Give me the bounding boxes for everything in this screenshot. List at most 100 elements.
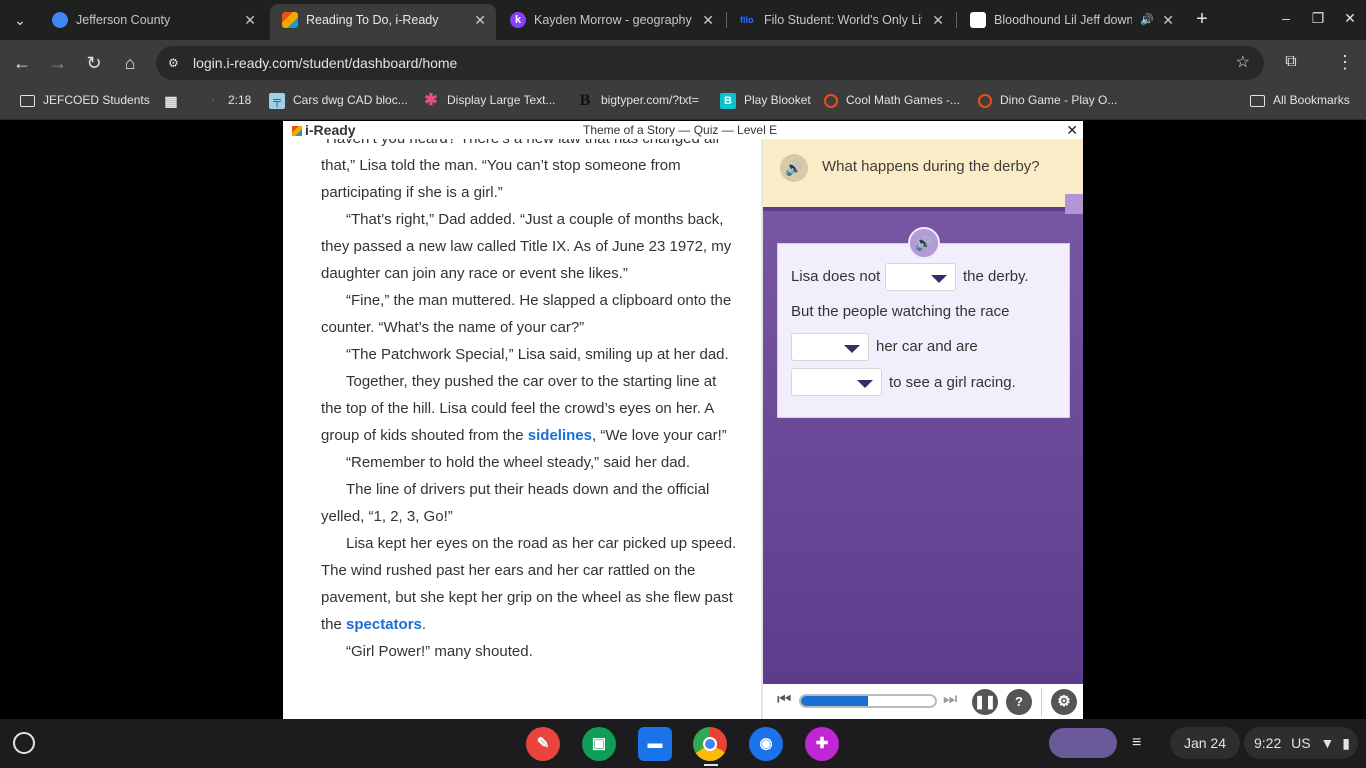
- passage-paragraph: The line of drivers put their heads down…: [321, 481, 710, 525]
- question-text: What happens during the derby?: [822, 158, 1040, 175]
- bookmark-timer[interactable]: ◔ 2:18: [204, 86, 252, 114]
- dropdown-1[interactable]: [885, 263, 956, 291]
- tab-title: Jefferson County: [76, 13, 171, 27]
- skip-back-icon[interactable]: ⏮: [777, 691, 791, 709]
- page-favicon-icon: [970, 12, 986, 28]
- tab-separator: [726, 12, 727, 28]
- target-icon: [978, 93, 992, 108]
- holding-space-icon[interactable]: [1049, 728, 1117, 758]
- bookmark-cool-math-games[interactable]: Cool Math Games -...: [824, 86, 960, 114]
- date-text: Jan 24: [1183, 735, 1227, 751]
- tab-title: Reading To Do, i-Ready: [306, 13, 439, 27]
- chevron-down-icon: [931, 275, 947, 283]
- reading-passage: “Haven’t you heard? There’s a new law th…: [321, 125, 741, 665]
- passage-paragraph: Together, they pushed the car over to th…: [321, 368, 741, 449]
- progress-bar[interactable]: [799, 694, 937, 708]
- iready-favicon-icon: [282, 12, 298, 28]
- question-audio-speaker-icon[interactable]: 🔊: [780, 154, 808, 182]
- vocab-word-link[interactable]: sidelines: [528, 427, 592, 444]
- address-bar[interactable]: ⚙ login.i-ready.com/student/dashboard/ho…: [156, 46, 1264, 80]
- iready-cube-icon: [292, 126, 302, 136]
- chevron-down-icon: [844, 345, 860, 353]
- site-info-icon[interactable]: ⚙: [168, 55, 184, 71]
- filo-favicon-icon: filo: [740, 15, 754, 25]
- close-tab-icon[interactable]: ✕: [474, 4, 486, 36]
- chrome-app-icon[interactable]: [693, 727, 727, 761]
- bookmark-cars-cad[interactable]: ╤ Cars dwg CAD bloc...: [269, 86, 408, 114]
- bookmark-all-bookmarks[interactable]: All Bookmarks: [1250, 86, 1350, 114]
- status-area[interactable]: 9:22 US ▼ ▮: [1244, 727, 1358, 759]
- canvas-app-icon[interactable]: ✎: [526, 727, 560, 761]
- answer-audio-speaker-icon[interactable]: 🔊: [908, 227, 940, 259]
- folder-icon: [1250, 94, 1265, 107]
- close-quiz-icon[interactable]: ✕: [1066, 121, 1078, 139]
- skip-forward-icon[interactable]: ⏭: [943, 691, 957, 709]
- new-tab-button[interactable]: +: [1190, 8, 1214, 32]
- b-icon: B: [579, 91, 591, 109]
- restore-icon[interactable]: ❐: [1306, 6, 1330, 30]
- tab-search-chevron-icon[interactable]: ⌄: [8, 8, 32, 32]
- extensions-icon[interactable]: ⧉: [1280, 51, 1302, 73]
- camera-app-icon[interactable]: ◉: [749, 727, 783, 761]
- help-icon[interactable]: ?: [1006, 689, 1032, 715]
- k-favicon-icon: k: [510, 12, 526, 28]
- passage-paragraph: “That’s right,” Dad added. “Just a coupl…: [321, 211, 732, 282]
- bookmark-bigtyper[interactable]: Bbigtyper.com/?txt=: [577, 86, 699, 114]
- tab-iready[interactable]: Reading To Do, i-Ready ✕: [270, 4, 496, 40]
- close-tab-icon[interactable]: ✕: [244, 4, 256, 36]
- back-icon[interactable]: ←: [10, 51, 34, 75]
- vocab-word-link[interactable]: spectators: [346, 616, 422, 633]
- answer-text: the derby.: [963, 268, 1029, 285]
- bookmark-label: Cars dwg CAD bloc...: [293, 93, 408, 107]
- tab-filo[interactable]: filo Filo Student: World's Only Liv ✕: [728, 4, 954, 36]
- passage-text: .: [421, 616, 427, 633]
- close-tab-icon[interactable]: ✕: [1162, 4, 1174, 36]
- tab-strip: ⌄ Jefferson County ✕ Reading To Do, i-Re…: [0, 0, 1366, 40]
- iready-logo: i-Ready: [292, 121, 356, 139]
- launcher-icon[interactable]: [13, 732, 35, 754]
- close-tab-icon[interactable]: ✕: [702, 4, 714, 36]
- passage-paragraph: “Remember to hold the wheel steady,” sai…: [346, 454, 691, 471]
- answer-text: Lisa does not: [791, 268, 881, 285]
- tab-separator: [956, 12, 957, 28]
- locale-text: US: [1291, 735, 1311, 751]
- bookmark-label: 2:18: [228, 93, 252, 107]
- bookmark-label: Play Blooket: [744, 93, 811, 107]
- playlist-icon[interactable]: ≡: [1132, 731, 1141, 755]
- bookmark-star-icon[interactable]: ☆: [1236, 46, 1250, 80]
- more-menu-icon[interactable]: ⋮: [1334, 51, 1356, 73]
- close-window-icon[interactable]: ✕: [1338, 6, 1362, 30]
- dropdown-3[interactable]: [791, 368, 882, 396]
- notes-app-icon[interactable]: ✚: [805, 727, 839, 761]
- bookmark-apps[interactable]: ▦: [163, 86, 187, 114]
- bookmark-display-large-text[interactable]: ✱ Display Large Text...: [423, 86, 555, 114]
- reload-icon[interactable]: ↻: [82, 51, 106, 75]
- bookmark-jefcoed-students[interactable]: JEFCOED Students: [20, 86, 150, 114]
- asterisk-icon: ✱: [424, 91, 438, 109]
- question-panel: 🔊 What happens during the derby? 🔊 Lisa …: [763, 139, 1083, 684]
- bookmark-label: Dino Game - Play O...: [1000, 93, 1118, 107]
- bookmark-dino-game[interactable]: Dino Game - Play O...: [978, 86, 1117, 114]
- passage-paragraph: “Fine,” the man muttered. He slapped a c…: [321, 292, 732, 336]
- files-app-icon[interactable]: ▬: [638, 727, 672, 761]
- close-tab-icon[interactable]: ✕: [932, 4, 944, 36]
- forward-icon[interactable]: →: [46, 51, 70, 75]
- tab-bloodhound[interactable]: Bloodhound Lil Jeff down 🔊 ✕: [958, 4, 1184, 36]
- folder-icon: [20, 94, 35, 107]
- clock-text: 9:22: [1254, 735, 1282, 751]
- date-pill[interactable]: Jan 24: [1170, 727, 1240, 759]
- dropdown-2[interactable]: [791, 333, 869, 361]
- tab-kayden-morrow[interactable]: k Kayden Morrow - geography c ✕: [498, 4, 724, 36]
- audio-playing-icon[interactable]: 🔊: [1140, 4, 1154, 36]
- bookmarks-bar: JEFCOED Students ▦ ◔ 2:18 ╤ Cars dwg CAD b…: [0, 86, 1366, 120]
- settings-gear-icon[interactable]: ⚙: [1051, 689, 1077, 715]
- bookmark-label: All Bookmarks: [1273, 93, 1350, 107]
- url-text[interactable]: login.i-ready.com/student/dashboard/home: [193, 46, 457, 80]
- classroom-app-icon[interactable]: ▣: [582, 727, 616, 761]
- bookmark-play-blooket[interactable]: B Play Blooket: [720, 86, 811, 114]
- bookmark-label: JEFCOED Students: [43, 93, 150, 107]
- minimize-icon[interactable]: –: [1274, 6, 1298, 30]
- pause-icon[interactable]: ❚❚: [972, 689, 998, 715]
- home-icon[interactable]: ⌂: [118, 51, 142, 75]
- tab-jefferson-county[interactable]: Jefferson County ✕: [40, 4, 266, 36]
